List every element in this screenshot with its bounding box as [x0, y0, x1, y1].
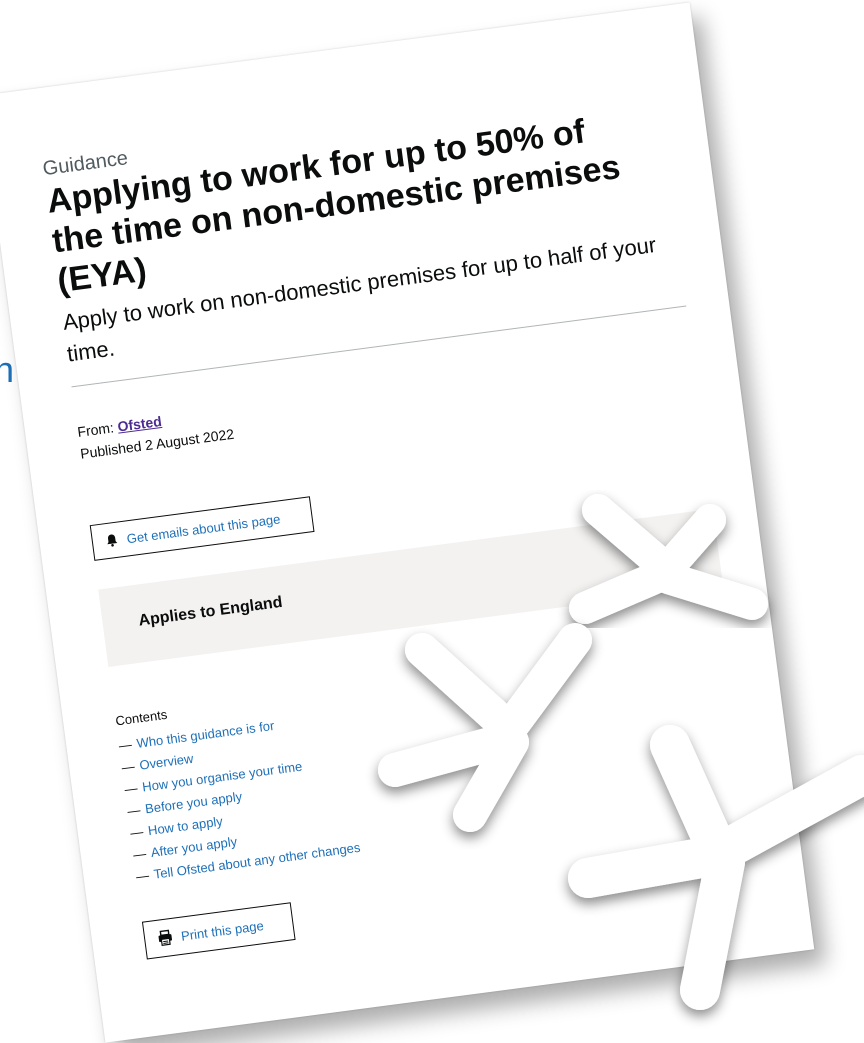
applies-to-text: Applies to England — [137, 593, 284, 630]
edge-partial-glyph: n — [0, 349, 15, 390]
publisher-link[interactable]: Ofsted — [117, 413, 163, 435]
print-page-button[interactable]: Print this page — [141, 902, 296, 960]
from-label: From: — [76, 419, 115, 440]
print-page-label: Print this page — [180, 917, 265, 944]
screenshot-stage: n Guidance Applying to work for up to 50… — [0, 0, 864, 1043]
contents-heading: Contents — [114, 706, 169, 729]
get-emails-label: Get emails about this page — [125, 510, 282, 546]
guidance-page-card: Guidance Applying to work for up to 50% … — [0, 2, 815, 1043]
printer-icon — [158, 929, 173, 947]
bell-icon — [107, 534, 118, 547]
contents-list: — Who this guidance is for — Overview — How… — [117, 706, 361, 888]
get-emails-button[interactable]: Get emails about this page — [89, 496, 315, 561]
